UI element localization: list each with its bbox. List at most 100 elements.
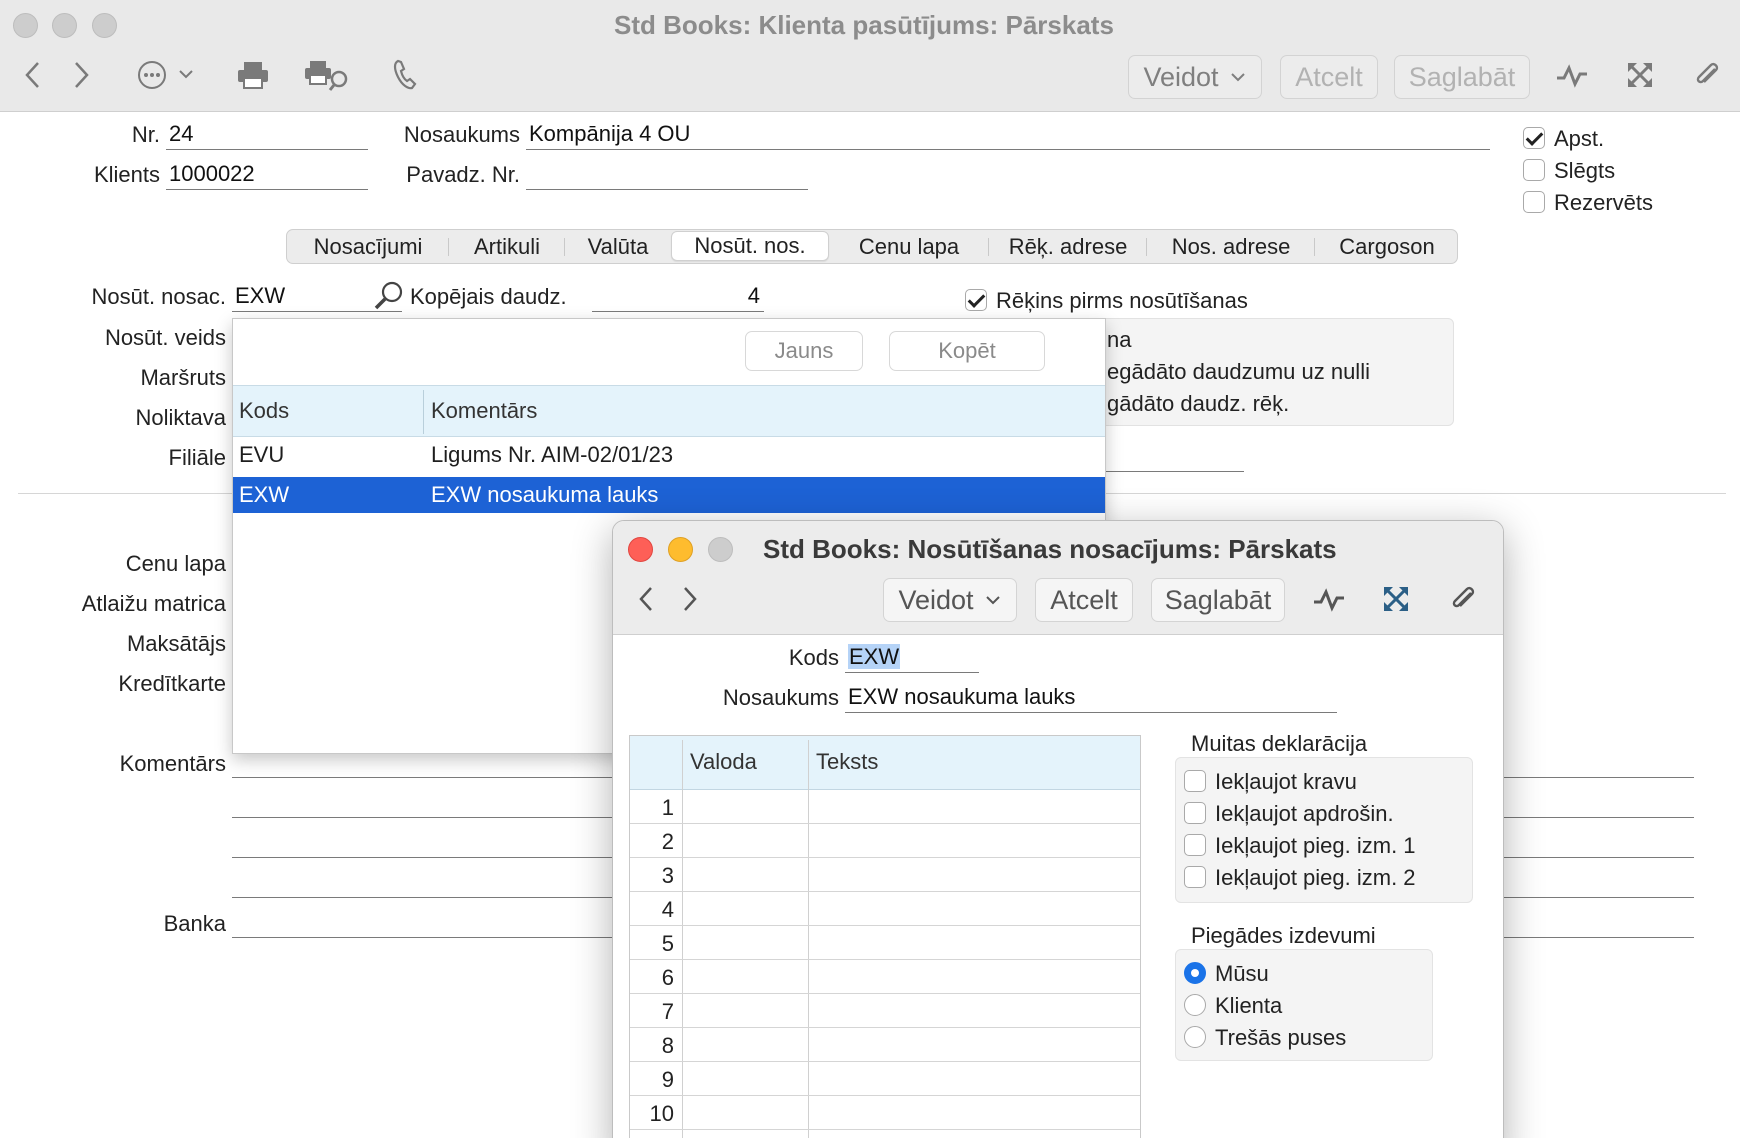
client-field[interactable]: 1000022 [166, 160, 368, 190]
minimize-window-button[interactable] [52, 13, 77, 38]
list-item-comment: Ligums Nr. AIM-02/01/23 [431, 442, 674, 467]
include-delivery-cost-2-checkbox[interactable] [1184, 866, 1206, 888]
include-cargo-checkbox[interactable] [1184, 770, 1206, 792]
client-radio[interactable] [1184, 994, 1206, 1016]
include-delivery-cost-1-checkbox[interactable] [1184, 834, 1206, 856]
zoom-window-button[interactable] [92, 13, 117, 38]
tab-invoice-address[interactable]: Rēķ. adrese [989, 230, 1147, 263]
tab-items[interactable]: Artikuli [449, 230, 565, 263]
forward-icon[interactable] [677, 583, 703, 615]
include-insurance-label: Iekļaujot apdrošin. [1215, 801, 1394, 826]
forward-icon[interactable] [66, 58, 96, 92]
table-row[interactable]: 1 [630, 790, 1140, 824]
comment-column-header[interactable]: Komentārs [431, 398, 537, 424]
ours-radio[interactable] [1184, 962, 1206, 984]
tab-price-list[interactable]: Cenu lapa [829, 230, 989, 263]
include-insurance-checkbox[interactable] [1184, 802, 1206, 824]
name-field[interactable]: Kompānija 4 OU [526, 120, 1490, 150]
row-number: 8 [661, 1033, 674, 1058]
tab-terms[interactable]: Nosacījumi [287, 230, 449, 263]
copy-button[interactable]: Kopēt [889, 331, 1045, 371]
row-number: 4 [661, 897, 674, 922]
approved-checkbox[interactable] [1523, 127, 1545, 149]
create-button[interactable]: Veidot [1128, 55, 1262, 99]
row-number: 9 [661, 1067, 674, 1092]
row-number: 2 [661, 829, 674, 854]
code-column-header[interactable]: Kods [239, 398, 289, 424]
name-field[interactable]: EXW nosaukuma lauks [845, 683, 1337, 713]
expand-icon[interactable] [1622, 58, 1658, 92]
delivery-option-text-3: gādāto daudz. rēķ. [1107, 391, 1290, 416]
activity-icon[interactable] [1552, 58, 1592, 92]
invoice-before-shipping-checkbox[interactable] [965, 289, 987, 311]
table-row[interactable]: 8 [630, 1028, 1140, 1062]
list-item-selected[interactable]: EXW EXW nosaukuma lauks [233, 477, 1105, 513]
expand-icon[interactable] [1379, 583, 1413, 615]
tab-delivery-terms[interactable]: Nosūt. nos. [671, 231, 829, 261]
table-row[interactable]: 9 [630, 1062, 1140, 1096]
minimize-window-button[interactable] [668, 537, 693, 562]
delivery-costs-group: Mūsu Klienta Trešās puses [1175, 949, 1433, 1061]
reserved-checkbox[interactable] [1523, 191, 1545, 213]
new-button[interactable]: Jauns [745, 331, 863, 371]
nr-label: Nr. [131, 122, 160, 147]
table-row[interactable]: 3 [630, 858, 1140, 892]
include-cargo-label: Iekļaujot kravu [1215, 769, 1357, 794]
zoom-window-button[interactable] [708, 537, 733, 562]
comment-label: Komentārs [119, 751, 226, 776]
branch-field-underline [1100, 471, 1244, 472]
text-column-header[interactable]: Teksts [816, 749, 878, 775]
warehouse-label: Noliktava [135, 405, 226, 430]
search-icon[interactable] [372, 279, 406, 313]
closed-checkbox[interactable] [1523, 159, 1545, 181]
tab-currency[interactable]: Valūta [565, 230, 671, 263]
client-label: Klienta [1215, 993, 1283, 1018]
table-row[interactable]: 4 [630, 892, 1140, 926]
row-number: 5 [661, 931, 674, 956]
include-delivery-cost-1-label: Iekļaujot pieg. izm. 1 [1215, 833, 1416, 858]
list-item[interactable]: EVU Ligums Nr. AIM-02/01/23 [233, 437, 1105, 473]
attachment-icon[interactable] [1690, 58, 1726, 92]
code-field[interactable]: EXW [845, 643, 979, 673]
activity-icon[interactable] [1309, 583, 1349, 615]
create-button[interactable]: Veidot [883, 578, 1017, 622]
invoice-nr-label: Pavadz. Nr. [406, 162, 520, 187]
close-window-button[interactable] [628, 537, 653, 562]
save-button[interactable]: Saglabāt [1151, 578, 1285, 622]
table-row[interactable]: 7 [630, 994, 1140, 1028]
total-qty-field[interactable]: 4 [592, 282, 764, 312]
back-icon[interactable] [633, 583, 659, 615]
attachment-icon[interactable] [1447, 583, 1481, 615]
language-column-header[interactable]: Valoda [690, 749, 757, 775]
price-list-label: Cenu lapa [125, 551, 226, 576]
cancel-button[interactable]: Atcelt [1280, 55, 1378, 99]
more-actions-icon[interactable] [136, 58, 198, 92]
route-label: Maršruts [140, 365, 226, 390]
close-window-button[interactable] [13, 13, 38, 38]
invoice-nr-field[interactable] [526, 160, 808, 190]
nr-field[interactable]: 24 [166, 120, 368, 150]
cancel-button[interactable]: Atcelt [1035, 578, 1133, 622]
tab-cargoson[interactable]: Cargoson [1315, 230, 1459, 263]
table-row[interactable]: 10 [630, 1096, 1140, 1130]
phone-icon[interactable] [390, 58, 420, 92]
delivery-terms-window-titlebar: Std Books: Nosūtīšanas nosacījums: Pārsk… [613, 521, 1503, 635]
closed-label: Slēgts [1554, 158, 1616, 183]
print-preview-icon[interactable] [304, 58, 350, 92]
branch-label: Filiāle [168, 445, 226, 470]
ship-mode-label: Nosūt. veids [104, 325, 226, 350]
table-row[interactable]: 2 [630, 824, 1140, 858]
name-label: Nosaukums [722, 685, 839, 710]
main-window-titlebar: Std Books: Klienta pasūtījums: Pārskats … [0, 0, 1740, 112]
list-item-comment: EXW nosaukuma lauks [431, 482, 659, 507]
table-row[interactable]: 5 [630, 926, 1140, 960]
delivery-options-panel: na egādāto daudzumu uz nulli gādāto daud… [1100, 318, 1454, 426]
save-button[interactable]: Saglabāt [1394, 55, 1530, 99]
client-label: Klients [93, 162, 160, 187]
column-separator[interactable] [423, 390, 424, 434]
back-icon[interactable] [18, 58, 48, 92]
tab-delivery-address[interactable]: Nos. adrese [1147, 230, 1315, 263]
third-party-radio[interactable] [1184, 1026, 1206, 1048]
print-icon[interactable] [236, 58, 270, 92]
table-row[interactable]: 6 [630, 960, 1140, 994]
